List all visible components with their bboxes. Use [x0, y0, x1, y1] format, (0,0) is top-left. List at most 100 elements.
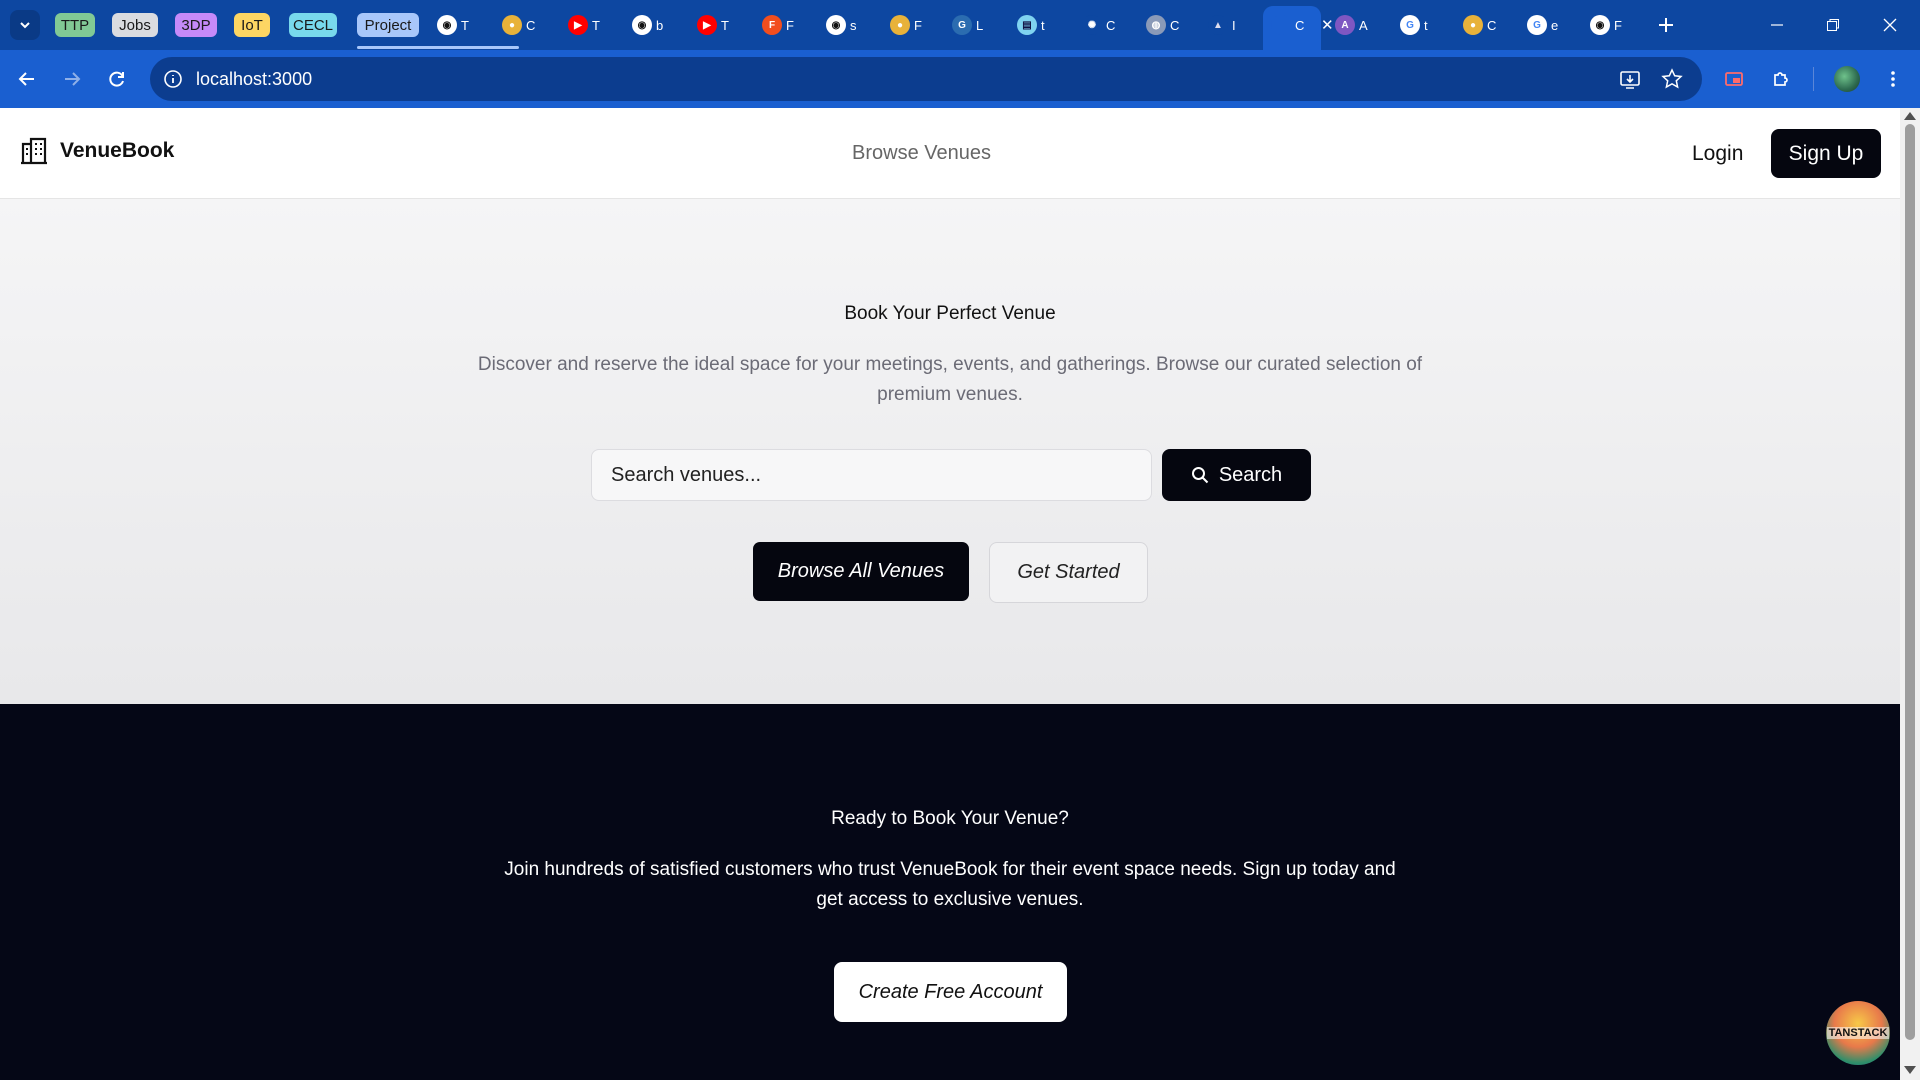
- info-icon[interactable]: [163, 69, 183, 89]
- arrow-left-icon: [18, 72, 34, 86]
- scroll-down-arrow[interactable]: [1904, 1066, 1916, 1074]
- hero-title: Book Your Perfect Venue: [844, 303, 1056, 324]
- scroll-thumb[interactable]: [1905, 124, 1915, 1040]
- google-icon: G: [1400, 15, 1420, 35]
- scroll-up-arrow[interactable]: [1904, 112, 1916, 120]
- browser-tab[interactable]: ◉ b: [632, 12, 668, 38]
- tab-title: F: [914, 17, 922, 33]
- openai-icon: ✺: [1082, 15, 1102, 35]
- search-button-label: Search: [1218, 463, 1283, 486]
- get-started-button[interactable]: Get Started: [989, 542, 1148, 603]
- search-button[interactable]: Search: [1162, 449, 1311, 501]
- extensions-button[interactable]: [1764, 62, 1798, 96]
- browser-tab[interactable]: FF: [762, 12, 798, 38]
- tab-group-jobs[interactable]: Jobs: [112, 13, 158, 37]
- minimize-button[interactable]: [1757, 10, 1797, 40]
- bookmark-star-icon[interactable]: [1661, 68, 1683, 90]
- tab-group-project[interactable]: Project: [357, 13, 419, 37]
- restore-button[interactable]: [1813, 10, 1853, 40]
- browser-tab[interactable]: Ge: [1527, 12, 1563, 38]
- tanstack-label: TANSTACK: [1826, 1027, 1890, 1039]
- more-vertical-icon: [1891, 71, 1895, 87]
- tab-title: C: [1295, 17, 1305, 33]
- tab-title: T: [721, 17, 729, 33]
- signup-button[interactable]: Sign Up: [1771, 129, 1881, 178]
- tab-group-3dp[interactable]: 3DP: [175, 13, 217, 37]
- browser-tab[interactable]: AA: [1335, 12, 1371, 38]
- tanstack-devtools-button[interactable]: TANSTACK: [1826, 1001, 1890, 1065]
- media-router-button[interactable]: [1717, 62, 1751, 96]
- browser-tab[interactable]: ✺ C: [1082, 12, 1118, 38]
- restore-icon: [1827, 19, 1839, 31]
- youtube-icon: ▶: [568, 15, 588, 35]
- profile-button[interactable]: [1830, 62, 1864, 96]
- tab-title: A: [1359, 17, 1368, 33]
- tab-title: C: [1106, 17, 1116, 33]
- app-a-icon: A: [1335, 15, 1355, 35]
- browser-tab[interactable]: ▲ I: [1208, 12, 1244, 38]
- figma-icon: F: [762, 15, 782, 35]
- login-link[interactable]: Login: [1692, 142, 1743, 166]
- picture-in-picture-icon: [1725, 72, 1743, 86]
- browser-tab[interactable]: ▶ T: [568, 12, 604, 38]
- brand-logo[interactable]: VenueBook: [20, 137, 174, 165]
- browser-tab[interactable]: ◍ C: [1146, 12, 1182, 38]
- hero-description: Discover and reserve the ideal space for…: [477, 354, 1423, 405]
- tab-title: C: [1170, 17, 1180, 33]
- tab-group-ttp[interactable]: TTP: [55, 13, 95, 37]
- hero-section: Book Your Perfect Venue Discover and res…: [0, 199, 1900, 704]
- nav-link-browse-venues[interactable]: Browse Venues: [852, 142, 991, 165]
- browser-tab[interactable]: ◉ s: [826, 12, 862, 38]
- tab-group-underline: [357, 46, 519, 49]
- menu-button[interactable]: [1876, 62, 1910, 96]
- address-bar[interactable]: localhost:3000: [150, 57, 1702, 101]
- tab-group-iot[interactable]: IoT: [234, 13, 270, 37]
- browser-tab[interactable]: ▶ T: [697, 12, 733, 38]
- plus-icon: [1659, 18, 1673, 32]
- browser-tab[interactable]: GL: [952, 12, 988, 38]
- browser-tab[interactable]: ◉ F: [1590, 12, 1626, 38]
- search-icon: [1191, 467, 1209, 484]
- minimize-icon: [1771, 24, 1783, 26]
- tab-strip: TTP Jobs 3DP IoT CECL Project ◉ T ● C ▶ T ◉ b ▶ T F F ◉ s ●…: [0, 0, 1920, 50]
- tab-title: F: [1614, 17, 1622, 33]
- create-free-account-button[interactable]: Create Free Account: [834, 962, 1067, 1022]
- tab-title: L: [976, 17, 984, 33]
- github-icon: ◉: [632, 15, 652, 35]
- tab-search-button[interactable]: [10, 10, 40, 40]
- site-navbar: VenueBook Browse Venues Login Sign Up: [0, 108, 1900, 199]
- browser-tab[interactable]: ▤ t: [1017, 12, 1053, 38]
- chrome-app-icon: ●: [1463, 15, 1483, 35]
- tab-title: s: [850, 17, 857, 33]
- chrome-app-icon: ●: [890, 15, 910, 35]
- close-window-button[interactable]: [1870, 10, 1910, 40]
- back-button[interactable]: [10, 62, 44, 96]
- mountains-icon: ▲: [1208, 15, 1228, 35]
- toolbar-divider: [1813, 67, 1814, 91]
- tab-group-cecl[interactable]: CECL: [289, 13, 337, 37]
- docs-icon: ▤: [1017, 15, 1037, 35]
- forward-button[interactable]: [55, 62, 89, 96]
- search-input[interactable]: [591, 449, 1152, 501]
- reload-button[interactable]: [100, 62, 134, 96]
- browser-tab[interactable]: Gt: [1400, 12, 1436, 38]
- github-icon: ◉: [826, 15, 846, 35]
- browse-all-venues-button[interactable]: Browse All Venues: [753, 542, 969, 601]
- browser-tab[interactable]: C ✕: [1271, 12, 1334, 38]
- close-tab-icon[interactable]: ✕: [1321, 16, 1334, 34]
- google-icon: G: [1527, 15, 1547, 35]
- tab-title: t: [1424, 17, 1428, 33]
- install-app-icon[interactable]: [1619, 68, 1641, 90]
- browser-tab[interactable]: ● C: [1463, 12, 1499, 38]
- new-tab-button[interactable]: [1646, 10, 1686, 40]
- github-icon: ◉: [437, 15, 457, 35]
- cta-section: Ready to Book Your Venue? Join hundreds …: [0, 704, 1900, 1080]
- reload-icon: [109, 71, 124, 87]
- url-text[interactable]: localhost:3000: [196, 69, 312, 90]
- page-scrollbar[interactable]: [1900, 108, 1920, 1080]
- cta-title: Ready to Book Your Venue?: [831, 808, 1069, 829]
- browser-tab[interactable]: ◉ T: [437, 12, 473, 38]
- browser-tab[interactable]: ● F: [890, 12, 926, 38]
- cta-description: Join hundreds of satisfied customers who…: [504, 859, 1396, 910]
- browser-tab[interactable]: ● C: [502, 12, 538, 38]
